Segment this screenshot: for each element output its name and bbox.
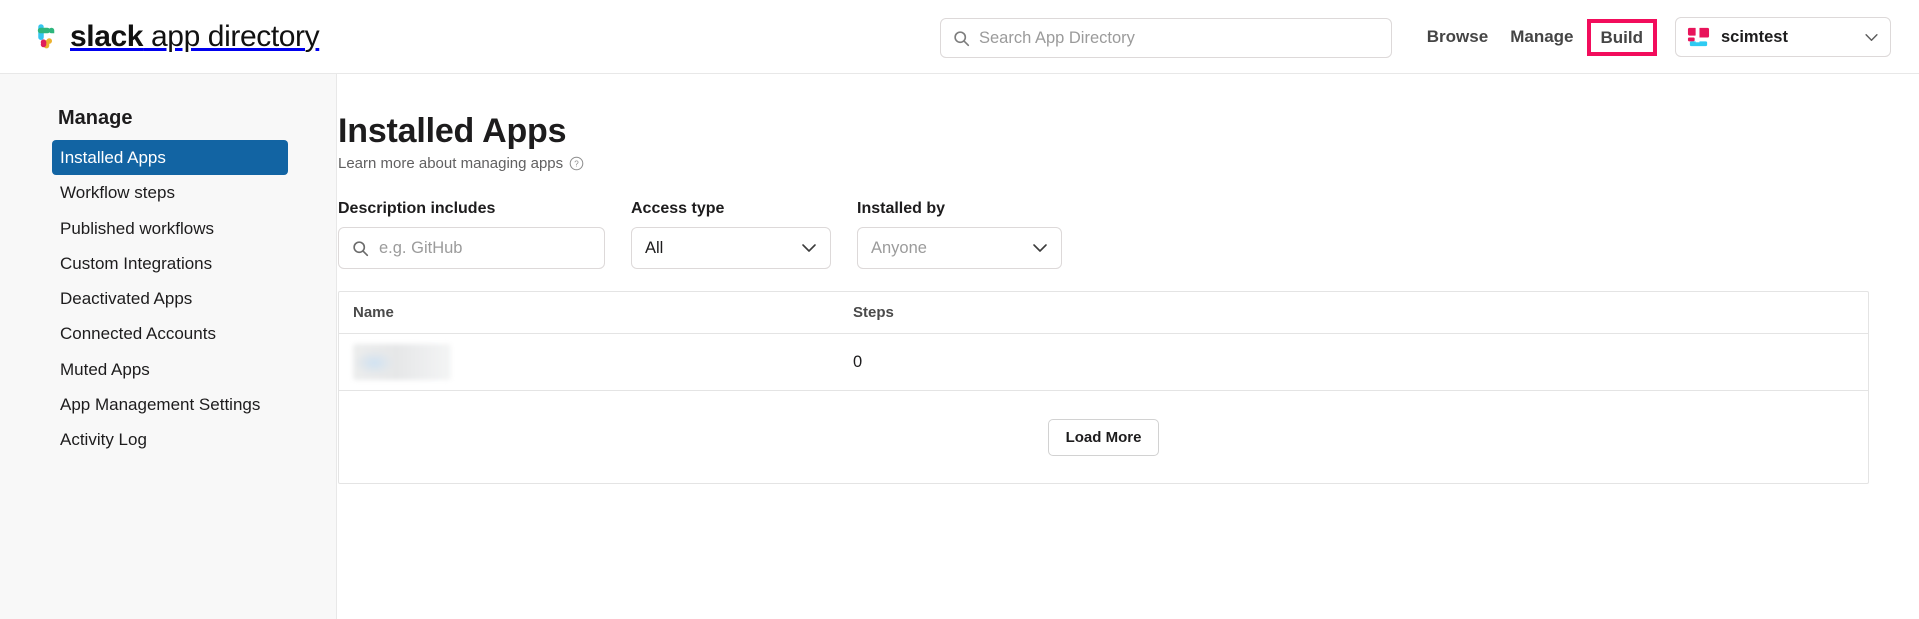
access-type-select[interactable]: All bbox=[631, 227, 831, 269]
access-type-value: All bbox=[645, 239, 663, 258]
brand-bold-text: slack bbox=[70, 20, 143, 53]
search-placeholder: Search App Directory bbox=[979, 29, 1135, 48]
sidebar-item-activity-log[interactable]: Activity Log bbox=[52, 422, 288, 457]
sidebar-item-published-workflows[interactable]: Published workflows bbox=[52, 211, 288, 246]
cell-app-name[interactable] bbox=[353, 344, 853, 380]
slack-app-directory-page: slack app directory Search App Directory… bbox=[0, 0, 1919, 619]
chevron-down-icon bbox=[801, 243, 817, 253]
column-header-name: Name bbox=[353, 304, 853, 321]
search-box[interactable]: Search App Directory bbox=[940, 18, 1392, 58]
sidebar-item-custom-integrations[interactable]: Custom Integrations bbox=[52, 246, 288, 281]
page-body: Manage Installed Apps Workflow steps Pub… bbox=[0, 74, 1919, 619]
header-nav: Browse Manage Build scimtest bbox=[1416, 0, 1919, 74]
sidebar-item-workflow-steps[interactable]: Workflow steps bbox=[52, 175, 288, 210]
sidebar: Manage Installed Apps Workflow steps Pub… bbox=[0, 74, 337, 619]
sidebar-item-app-management-settings[interactable]: App Management Settings bbox=[52, 387, 288, 422]
sidebar-item-deactivated-apps[interactable]: Deactivated Apps bbox=[52, 281, 288, 316]
workspace-avatar bbox=[1687, 26, 1710, 49]
svg-text:?: ? bbox=[574, 160, 579, 169]
slack-logo-icon bbox=[30, 22, 60, 52]
search-icon bbox=[352, 240, 369, 257]
filter-bar: Description includes e.g. GitHub Access … bbox=[338, 200, 1919, 269]
filter-label-description: Description includes bbox=[338, 200, 605, 218]
chevron-down-icon bbox=[1864, 33, 1879, 42]
sidebar-item-installed-apps[interactable]: Installed Apps bbox=[52, 140, 288, 175]
workspace-name: scimtest bbox=[1721, 28, 1853, 47]
redacted-app-name bbox=[353, 344, 451, 380]
chevron-down-icon bbox=[1032, 243, 1048, 253]
installed-by-select[interactable]: Anyone bbox=[857, 227, 1062, 269]
sidebar-item-connected-accounts[interactable]: Connected Accounts bbox=[52, 316, 288, 351]
load-more-button[interactable]: Load More bbox=[1048, 419, 1160, 456]
table-row[interactable]: 0 bbox=[339, 334, 1868, 391]
build-highlight-box: Build bbox=[1587, 19, 1658, 56]
search-icon bbox=[953, 30, 970, 47]
learn-more-row[interactable]: Learn more about managing apps ? bbox=[338, 155, 1919, 172]
table-header-row: Name Steps bbox=[339, 292, 1868, 334]
column-header-steps: Steps bbox=[853, 304, 1053, 321]
question-circle-icon[interactable]: ? bbox=[569, 156, 584, 171]
nav-link-build[interactable]: Build bbox=[1601, 29, 1644, 46]
filter-installed-by: Installed by Anyone bbox=[857, 200, 1062, 269]
filter-access-type: Access type All bbox=[631, 200, 831, 269]
sidebar-item-muted-apps[interactable]: Muted Apps bbox=[52, 352, 288, 387]
installed-apps-table-card: Name Steps 0 Load More bbox=[338, 291, 1869, 484]
workspace-switcher[interactable]: scimtest bbox=[1675, 17, 1891, 57]
learn-more-link[interactable]: Learn more about managing apps bbox=[338, 155, 563, 172]
brand-light-text: app directory bbox=[143, 20, 319, 53]
filter-description-includes: Description includes e.g. GitHub bbox=[338, 200, 605, 269]
description-search-placeholder: e.g. GitHub bbox=[379, 239, 462, 258]
page-title: Installed Apps bbox=[338, 112, 1919, 151]
installed-by-placeholder: Anyone bbox=[871, 239, 927, 258]
main-content: Installed Apps Learn more about managing… bbox=[338, 74, 1919, 619]
nav-link-browse[interactable]: Browse bbox=[1416, 27, 1499, 47]
description-search-field[interactable]: e.g. GitHub bbox=[338, 227, 605, 269]
sidebar-heading: Manage bbox=[0, 107, 336, 130]
nav-link-manage[interactable]: Manage bbox=[1499, 27, 1584, 47]
app-directory-search[interactable]: Search App Directory bbox=[940, 18, 1392, 58]
top-header: slack app directory Search App Directory… bbox=[0, 0, 1919, 74]
brand-wordmark: slack app directory bbox=[70, 20, 319, 54]
brand-logo-link[interactable]: slack app directory bbox=[30, 20, 319, 54]
table-footer: Load More bbox=[339, 391, 1868, 483]
filter-label-access-type: Access type bbox=[631, 200, 831, 218]
filter-label-installed-by: Installed by bbox=[857, 200, 1062, 218]
cell-steps: 0 bbox=[853, 353, 1053, 372]
